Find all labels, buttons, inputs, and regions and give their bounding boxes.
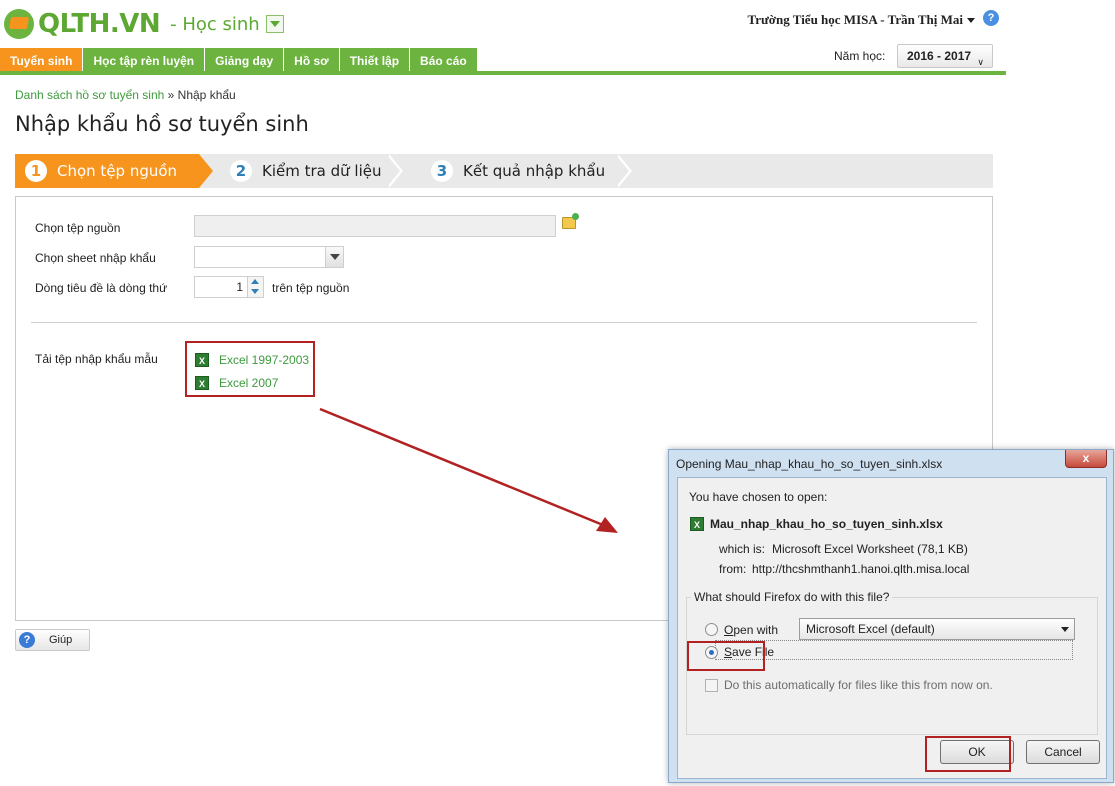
from-value: http://thcshmthanh1.hanoi.qlth.misa.loca… (752, 562, 970, 576)
dialog-body: You have chosen to open: X Mau_nhap_khau… (677, 477, 1107, 779)
template-label: Tải tệp nhập khẩu mẫu (35, 352, 158, 366)
close-icon[interactable]: x (1065, 450, 1107, 468)
divider (31, 322, 977, 323)
step-number: 1 (25, 160, 47, 182)
step-number: 3 (431, 160, 453, 182)
template-link-excel-2003[interactable]: X Excel 1997-2003 (195, 353, 309, 367)
sheet-label: Chọn sheet nhập khẩu (35, 251, 156, 265)
step-chevron (199, 154, 213, 188)
which-is-label: which is: (719, 542, 766, 556)
page-title: Nhập khẩu hồ sơ tuyển sinh (15, 112, 309, 136)
school-year-value: 2016 - 2017 (907, 49, 972, 63)
application-value: Microsoft Excel (default) (806, 622, 935, 636)
save-file-highlight-box (687, 641, 765, 671)
template-link-label: Excel 1997-2003 (219, 353, 310, 367)
school-year-select[interactable]: 2016 - 2017 ∨ (897, 44, 993, 68)
from-label: from: (719, 562, 747, 576)
auto-label: Do this automatically for files like thi… (724, 678, 993, 692)
dialog-filename: Mau_nhap_khau_ho_so_tuyen_sinh.xlsx (710, 517, 943, 531)
ok-highlight-box (925, 736, 1011, 772)
action-question: What should Firefox do with this file? (691, 590, 893, 604)
caret-down-icon (967, 17, 975, 23)
template-link-label: Excel 2007 (219, 376, 279, 390)
step-number: 2 (230, 160, 252, 182)
sheet-select[interactable] (194, 246, 344, 268)
open-folder-icon[interactable] (562, 213, 579, 229)
cancel-button[interactable]: Cancel (1026, 740, 1100, 764)
page: QLTH.VN - Học sinh Trường Tiểu học MISA … (0, 0, 1115, 786)
dialog-title: Opening Mau_nhap_khau_ho_so_tuyen_sinh.x… (676, 457, 943, 471)
menu-underline (0, 71, 1006, 75)
role-dropdown-button[interactable] (265, 15, 284, 33)
header-row-value: 1 (236, 280, 243, 294)
template-link-excel-2007[interactable]: X Excel 2007 (195, 376, 278, 390)
school-year-label: Năm học: (834, 49, 886, 63)
help-button[interactable]: ? Giúp (15, 629, 90, 651)
source-file-input[interactable] (194, 215, 556, 237)
source-file-label: Chọn tệp nguồn (35, 221, 121, 235)
user-menu[interactable]: Trường Tiểu học MISA - Trần Thị Mai (748, 12, 975, 28)
logo-text: QLTH.VN (38, 9, 161, 39)
stepper-down-icon[interactable] (248, 287, 263, 297)
question-icon: ? (19, 632, 35, 648)
help-icon[interactable]: ? (983, 10, 999, 26)
step-choose-source: 1 Chọn tệp nguồn (15, 154, 199, 188)
header-row-label: Dòng tiêu đề là dòng thứ (35, 281, 168, 295)
excel-file-icon: X (690, 517, 704, 531)
header-row-stepper[interactable]: 1 (194, 276, 264, 298)
breadcrumb-current: Nhập khẩu (177, 88, 236, 102)
header-row-suffix: trên tệp nguồn (272, 281, 350, 295)
template-highlight-box: X Excel 1997-2003 X Excel 2007 (185, 341, 315, 397)
user-name: Trường Tiểu học MISA - Trần Thị Mai (747, 12, 963, 27)
step-label: Chọn tệp nguồn (57, 162, 178, 180)
role-label: - Học sinh (170, 13, 260, 35)
breadcrumb-separator: » (167, 88, 175, 102)
step-chevron (386, 154, 400, 188)
which-is-value: Microsoft Excel Worksheet (78,1 KB) (772, 542, 968, 556)
open-file-dialog: Opening Mau_nhap_khau_ho_so_tuyen_sinh.x… (668, 449, 1114, 783)
wizard-steps: 1 Chọn tệp nguồn 2 Kiểm tra dữ liệu 3 Kế… (15, 154, 993, 188)
logo-graduation-cap-icon (4, 9, 34, 39)
open-with-radio[interactable] (705, 623, 718, 636)
annotation-arrow (319, 407, 618, 533)
stepper-up-icon[interactable] (248, 277, 263, 287)
step-chevron (615, 154, 629, 188)
excel-file-icon: X (195, 376, 209, 390)
application-select[interactable]: Microsoft Excel (default) (799, 618, 1075, 640)
breadcrumb-link[interactable]: Danh sách hồ sơ tuyển sinh (15, 88, 164, 102)
step-check-data: 2 Kiểm tra dữ liệu (230, 154, 382, 188)
excel-file-icon: X (195, 353, 209, 367)
chevron-down-icon[interactable] (325, 247, 343, 267)
open-with-label: Open with (724, 623, 779, 637)
chosen-text: You have chosen to open: (689, 490, 828, 504)
step-label: Kiểm tra dữ liệu (262, 162, 382, 180)
auto-checkbox[interactable] (705, 679, 718, 692)
stepper-buttons (247, 277, 263, 297)
chevron-down-icon: ∨ (977, 57, 984, 67)
breadcrumb: Danh sách hồ sơ tuyển sinh » Nhập khẩu (15, 88, 236, 102)
help-button-label: Giúp (49, 634, 73, 646)
step-label: Kết quả nhập khẩu (463, 162, 606, 180)
dialog-file: X Mau_nhap_khau_ho_so_tuyen_sinh.xlsx (690, 517, 943, 531)
step-import-result: 3 Kết quả nhập khẩu (431, 154, 605, 188)
logo[interactable]: QLTH.VN - Học sinh (4, 6, 284, 42)
